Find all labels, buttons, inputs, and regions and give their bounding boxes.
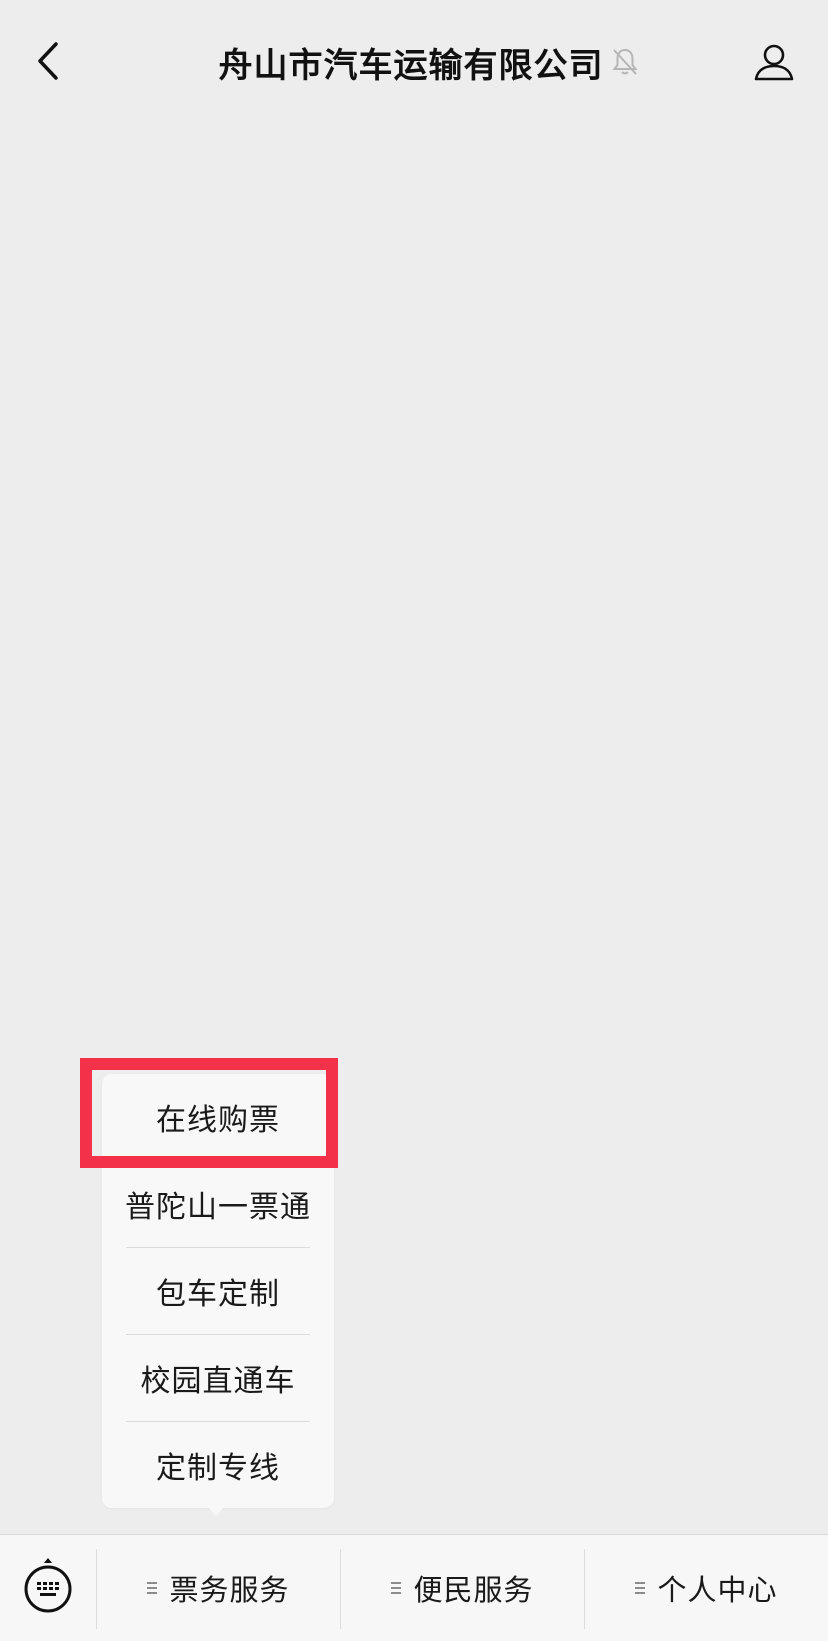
- profile-button[interactable]: [746, 36, 802, 92]
- keyboard-toggle-button[interactable]: [20, 1557, 76, 1619]
- submenu-item-putuoshan-pass[interactable]: 普陀山一票通: [102, 1161, 334, 1247]
- submenu-item-label: 普陀山一票通: [125, 1190, 311, 1225]
- title-row: 舟山市汽车运输有限公司: [0, 36, 828, 88]
- submenu-item-custom-line[interactable]: 定制专线: [102, 1422, 334, 1508]
- page-title: 舟山市汽车运输有限公司: [218, 45, 604, 86]
- bell-muted-icon: [610, 47, 640, 77]
- submenu-item-label: 包车定制: [156, 1277, 280, 1312]
- submenu-item-label: 在线购票: [156, 1103, 280, 1138]
- keyboard-icon: [23, 1557, 73, 1619]
- menu-ticket-services[interactable]: 票务服务: [97, 1535, 340, 1641]
- menu-list-icon: [391, 1582, 402, 1594]
- submenu-item-online-ticket[interactable]: 在线购票: [102, 1074, 334, 1160]
- submenu-item-label: 定制专线: [156, 1451, 280, 1486]
- submenu-item-charter[interactable]: 包车定制: [102, 1248, 334, 1334]
- menu-label: 个人中心: [657, 1573, 778, 1607]
- menu-list-icon: [635, 1582, 646, 1594]
- submenu-pointer: [207, 1506, 225, 1516]
- bottom-menu-bar: 票务服务 便民服务 个人中心: [0, 1534, 828, 1641]
- menu-list-icon: [147, 1582, 158, 1594]
- menu-label: 票务服务: [169, 1573, 290, 1607]
- top-nav-bar: 舟山市汽车运输有限公司: [0, 0, 828, 124]
- ticket-service-submenu: 在线购票 普陀山一票通 包车定制 校园直通车 定制专线: [102, 1074, 334, 1508]
- menu-convenience-services[interactable]: 便民服务: [341, 1535, 584, 1641]
- menu-label: 便民服务: [413, 1573, 534, 1607]
- submenu-item-label: 校园直通车: [140, 1364, 296, 1399]
- submenu-item-campus-shuttle[interactable]: 校园直通车: [102, 1335, 334, 1421]
- person-icon: [753, 42, 795, 86]
- menu-personal-center[interactable]: 个人中心: [585, 1535, 828, 1641]
